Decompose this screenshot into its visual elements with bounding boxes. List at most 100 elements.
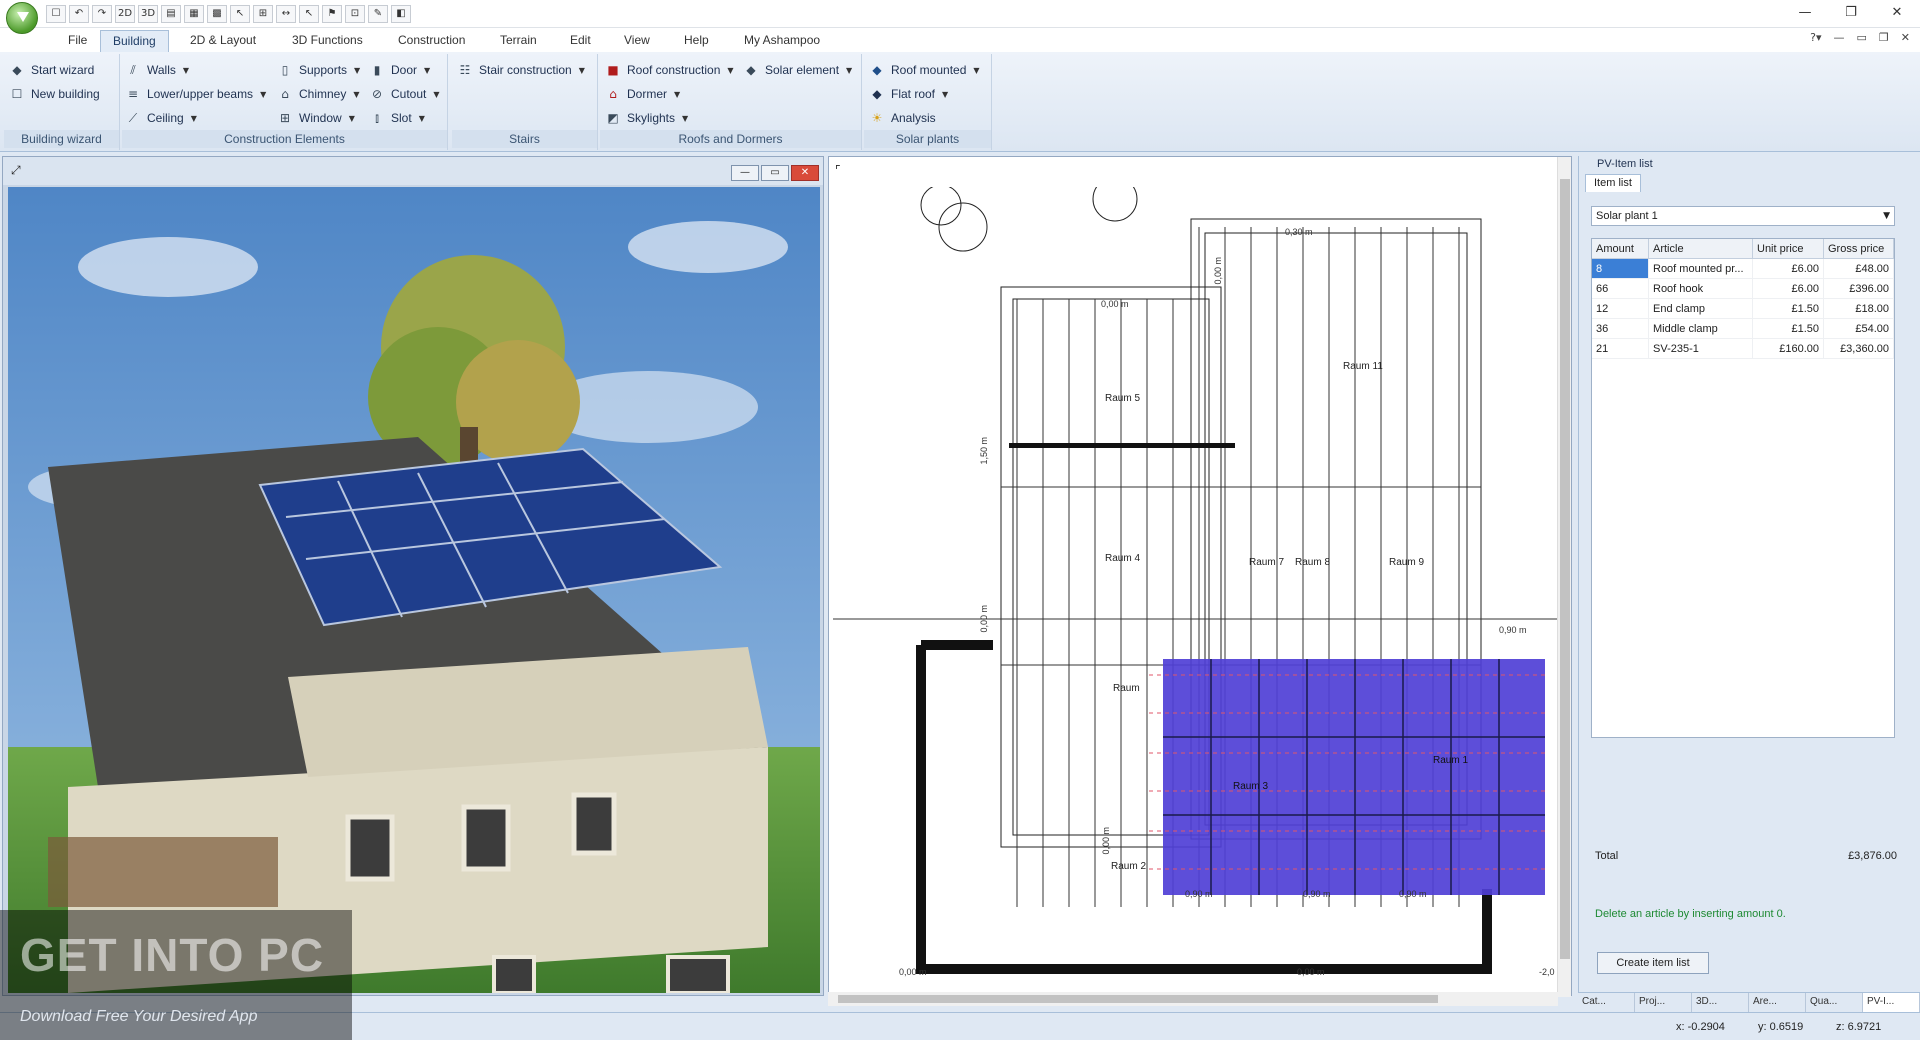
tab-area[interactable]: Are...	[1749, 993, 1806, 1012]
qat-new-icon[interactable]: ☐	[46, 5, 66, 23]
qat-frame-icon[interactable]: ⊡	[345, 5, 365, 23]
ribbon-minimize-icon[interactable]: —	[1834, 31, 1845, 44]
window-button[interactable]: ⊞ Window ▼	[278, 108, 355, 128]
tab-project[interactable]: Proj...	[1635, 993, 1692, 1012]
tab-view[interactable]: View	[612, 30, 662, 52]
solar-element-label: Solar element	[765, 63, 840, 77]
amount-cell[interactable]: 21	[1592, 339, 1649, 358]
floor-plan-canvas[interactable]: Raum 5 Raum 11 Raum 4 Raum 7 Raum 8 Raum…	[833, 187, 1561, 979]
tab-construction[interactable]: Construction	[386, 30, 477, 52]
tab-3d-functions[interactable]: 3D Functions	[280, 30, 375, 52]
plan-vertical-scrollbar[interactable]	[1557, 157, 1571, 997]
slot-button[interactable]: ⫾ Slot ▼	[370, 108, 425, 128]
qat-undo-icon[interactable]: ↶	[69, 5, 89, 23]
amount-cell[interactable]: 66	[1592, 279, 1649, 298]
panel-minimize-icon[interactable]: —	[731, 165, 759, 181]
table-row[interactable]: 12 End clamp £1.50 £18.00	[1592, 299, 1894, 319]
walls-button[interactable]: ⫽ Walls ▼	[126, 60, 189, 80]
tab-help[interactable]: Help	[672, 30, 721, 52]
tab-pv-item[interactable]: PV-I...	[1863, 993, 1920, 1012]
column-article[interactable]: Article	[1649, 239, 1753, 258]
qat-snap-icon[interactable]: ⊞	[253, 5, 273, 23]
amount-cell[interactable]: 8	[1592, 259, 1649, 278]
tab-file[interactable]: File	[56, 30, 99, 52]
close-icon[interactable]: ✕	[1874, 0, 1920, 26]
total-label: Total	[1595, 850, 1619, 862]
qat-grid-icon[interactable]: ▩	[207, 5, 227, 23]
help-icon[interactable]: ?▾	[1810, 31, 1821, 44]
column-amount[interactable]: Amount	[1592, 239, 1649, 258]
qat-measure-icon[interactable]: ↔	[276, 5, 296, 23]
gross-price-cell: £54.00	[1824, 319, 1894, 338]
roof-mounted-button[interactable]: ◆ Roof mounted ▼	[870, 60, 979, 80]
table-row[interactable]: 21 SV-235-1 £160.00 £3,360.00	[1592, 339, 1894, 359]
ceiling-button[interactable]: ⟋ Ceiling ▼	[126, 108, 197, 128]
ribbon-restore-icon[interactable]: ▭	[1857, 31, 1867, 44]
cutout-button[interactable]: ⊘ Cutout ▼	[370, 84, 440, 104]
ribbon-close-icon[interactable]: ✕	[1901, 31, 1910, 44]
table-row[interactable]: 66 Roof hook £6.00 £396.00	[1592, 279, 1894, 299]
stair-construction-button[interactable]: ☷ Stair construction ▼	[458, 60, 585, 80]
beams-button[interactable]: ≡ Lower/upper beams ▼	[126, 84, 266, 104]
coord-x: x: -0.2904	[1676, 1021, 1725, 1033]
table-row[interactable]: 8 Roof mounted pr... £6.00 £48.00	[1592, 259, 1894, 279]
restore-icon[interactable]: ❐	[1828, 0, 1874, 26]
skylights-button[interactable]: ◩ Skylights ▼	[606, 108, 688, 128]
door-button[interactable]: ▮ Door ▼	[370, 60, 430, 80]
chevron-down-icon: ▼	[354, 65, 361, 75]
supports-button[interactable]: ▯ Supports ▼	[278, 60, 361, 80]
3d-render-viewport[interactable]	[8, 187, 820, 993]
tab-2d-layout[interactable]: 2D & Layout	[178, 30, 268, 52]
column-gross-price[interactable]: Gross price	[1824, 239, 1894, 258]
qat-layer-icon[interactable]: ◧	[391, 5, 411, 23]
tab-catalog[interactable]: Cat...	[1578, 993, 1635, 1012]
qat-3d-button[interactable]: 3D	[138, 5, 158, 23]
table-row[interactable]: 36 Middle clamp £1.50 £54.00	[1592, 319, 1894, 339]
chimney-button[interactable]: ⌂ Chimney ▼	[278, 84, 359, 104]
tab-edit[interactable]: Edit	[558, 30, 603, 52]
qat-edit-icon[interactable]: ✎	[368, 5, 388, 23]
qat-view-a-icon[interactable]: ▤	[161, 5, 181, 23]
qat-pointer-icon[interactable]: ↖	[230, 5, 250, 23]
plan-pin-icon[interactable]: ⌜	[835, 163, 841, 177]
chevron-down-icon: ▼	[424, 65, 431, 75]
column-unit-price[interactable]: Unit price	[1753, 239, 1824, 258]
tab-terrain[interactable]: Terrain	[488, 30, 549, 52]
tab-quantity[interactable]: Qua...	[1806, 993, 1863, 1012]
qat-view-b-icon[interactable]: ▦	[184, 5, 204, 23]
qat-2d-button[interactable]: 2D	[115, 5, 135, 23]
tab-my-ashampoo[interactable]: My Ashampoo	[732, 30, 832, 52]
app-menu-button[interactable]	[6, 2, 38, 34]
start-wizard-label: Start wizard	[31, 63, 95, 77]
solar-plant-select[interactable]: Solar plant 1 ▼	[1591, 206, 1895, 226]
scroll-thumb[interactable]	[1560, 179, 1570, 959]
plan-horizontal-scrollbar[interactable]	[828, 992, 1558, 1006]
new-building-button[interactable]: ☐ New building	[10, 84, 100, 104]
create-item-list-button[interactable]: Create item list	[1597, 952, 1709, 974]
qat-flag-icon[interactable]: ⚑	[322, 5, 342, 23]
ribbon-maximize-icon[interactable]: ❐	[1879, 31, 1889, 44]
dimension-label: 0,00 m	[899, 967, 927, 977]
roof-construction-button[interactable]: ■ Roof construction ▼	[606, 60, 733, 80]
solar-element-button[interactable]: ◆ Solar element ▼	[744, 60, 852, 80]
panel-maximize-icon[interactable]: ▭	[761, 165, 789, 181]
amount-cell[interactable]: 36	[1592, 319, 1649, 338]
tab-3d[interactable]: 3D...	[1692, 993, 1749, 1012]
panel-close-icon[interactable]: ✕	[791, 165, 819, 181]
flat-roof-button[interactable]: ◆ Flat roof ▼	[870, 84, 948, 104]
room-label: Raum 2	[1111, 861, 1147, 872]
analysis-button[interactable]: ☀ Analysis	[870, 108, 936, 128]
window-icon: ⊞	[279, 111, 291, 125]
room-label: Raum 5	[1105, 393, 1141, 404]
start-wizard-button[interactable]: ◆ Start wizard	[10, 60, 94, 80]
scroll-thumb[interactable]	[838, 995, 1438, 1003]
qat-redo-icon[interactable]: ↷	[92, 5, 112, 23]
supports-label: Supports	[299, 63, 348, 77]
tab-item-list[interactable]: Item list	[1585, 174, 1641, 192]
qat-select-icon[interactable]: ↖	[299, 5, 319, 23]
dormer-button[interactable]: ⌂ Dormer ▼	[606, 84, 680, 104]
amount-cell[interactable]: 12	[1592, 299, 1649, 318]
minimize-icon[interactable]: —	[1782, 0, 1828, 26]
view-pin-icon[interactable]: ⤢	[11, 163, 21, 178]
tab-building[interactable]: Building	[100, 30, 169, 52]
